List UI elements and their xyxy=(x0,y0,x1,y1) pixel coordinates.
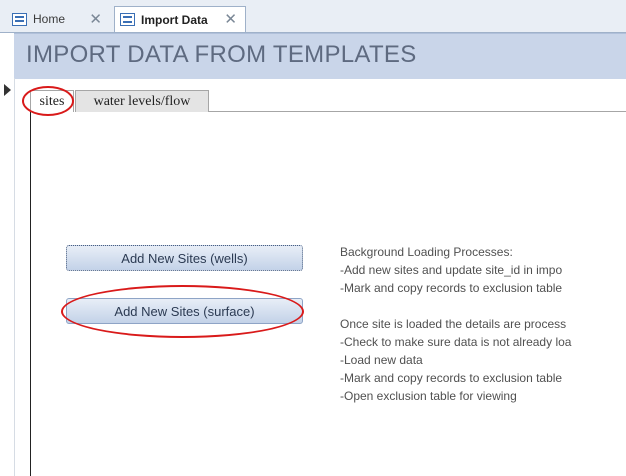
page-title: IMPORT DATA FROM TEMPLATES xyxy=(26,41,417,68)
form-header: IMPORT DATA FROM TEMPLATES xyxy=(14,33,626,79)
close-icon[interactable]: ✕ xyxy=(224,12,237,27)
record-selector-bar xyxy=(0,78,15,476)
add-new-sites-wells-button[interactable]: Add New Sites (wells) xyxy=(66,245,303,271)
tab-page-border xyxy=(30,111,31,476)
tab-water-levels-flow-label: water levels/flow xyxy=(93,93,191,109)
notes-line: -Mark and copy records to exclusion tabl… xyxy=(340,281,563,295)
close-icon[interactable]: ✕ xyxy=(89,12,102,27)
tab-water-levels-flow[interactable]: water levels/flow xyxy=(75,90,209,112)
highlight-circle-sites-tab xyxy=(22,86,74,116)
notes-heading: Background Loading Processes: xyxy=(340,245,513,259)
notes-line: Once site is loaded the details are proc… xyxy=(340,317,567,331)
form-icon xyxy=(12,12,27,26)
notes-line: -Mark and copy records to exclusion tabl… xyxy=(340,371,563,385)
notes-line: -Load new data xyxy=(340,353,423,367)
tab-import-data[interactable]: Import Data ✕ xyxy=(114,6,246,32)
tab-import-data-label: Import Data xyxy=(141,12,208,27)
record-selector-arrow-icon xyxy=(4,84,11,96)
background-processes-notes: Background Loading Processes: -Add new s… xyxy=(340,243,626,423)
form-icon xyxy=(120,13,135,26)
tab-home-label: Home xyxy=(33,12,66,26)
tab-divider xyxy=(209,111,626,112)
highlight-circle-surface-button xyxy=(61,285,304,338)
add-new-sites-wells-label: Add New Sites (wells) xyxy=(121,250,248,266)
notes-line: -Add new sites and update site_id in imp… xyxy=(340,263,563,277)
notes-line: -Check to make sure data is not already … xyxy=(340,335,572,349)
notes-line: -Open exclusion table for viewing xyxy=(340,389,517,403)
document-tab-strip: Home ✕ Import Data ✕ xyxy=(0,0,626,33)
notes-spacer xyxy=(340,297,626,315)
tab-home[interactable]: Home ✕ xyxy=(8,6,110,32)
